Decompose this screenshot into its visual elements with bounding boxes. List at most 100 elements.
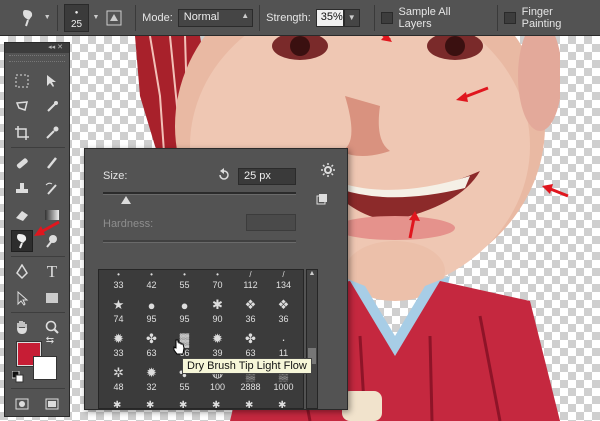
brush-tip-icon: ❖ xyxy=(244,297,257,312)
brush-preset-item[interactable]: /134 xyxy=(268,270,299,298)
brush-preset-icon[interactable] xyxy=(103,7,125,29)
panel-grip[interactable] xyxy=(9,55,65,62)
options-bar: ▼ ● 25 ▼ Mode: Normal ▲ Strength: 35% ▼ … xyxy=(0,0,600,36)
brush-preset-item[interactable]: • 42 xyxy=(136,270,167,298)
size-label: Size: xyxy=(103,170,128,182)
brush-size-number: 11 xyxy=(278,348,289,358)
brush-preset-item[interactable]: ❖ 36 xyxy=(268,297,299,332)
brush-tip-icon: ✲ xyxy=(113,365,124,380)
finger-painting-checkbox[interactable] xyxy=(503,11,516,24)
swap-colors-icon[interactable]: ⇆ xyxy=(43,333,57,347)
screen-mode-icon[interactable] xyxy=(41,393,63,415)
eyedropper-icon[interactable] xyxy=(41,122,63,144)
brush-tip-icon: ★ xyxy=(112,297,125,312)
size-input[interactable]: 25 px xyxy=(238,168,296,185)
brush-preset-item[interactable]: ✹ 32 xyxy=(136,365,167,400)
sample-all-layers-checkbox[interactable] xyxy=(380,11,393,24)
brush-size-number: 36 xyxy=(278,314,289,324)
brush-preset-item[interactable]: ✲ 48 xyxy=(103,365,134,400)
brush-size-number: 55 xyxy=(179,382,190,392)
brush-size-number: 2888 xyxy=(240,382,261,392)
quick-selection-icon[interactable] xyxy=(41,96,63,118)
brush-preset-grid: • 33 • 42 • 55 • 70/112/134 ★ 74 ● 95 ● 95 ✱ 90 ❖ 36 ❖ 36 ✹ 3… xyxy=(98,269,304,409)
new-preset-icon[interactable] xyxy=(316,193,328,208)
quick-mask-icon[interactable] xyxy=(11,393,33,415)
brush-tip-icon: • xyxy=(117,270,120,279)
smudge-tool-icon[interactable] xyxy=(16,5,42,31)
annotation-arrow xyxy=(456,86,489,102)
background-color-swatch[interactable] xyxy=(33,356,57,380)
brush-tip-icon: ✤ xyxy=(146,331,157,346)
finger-painting-label: Finger Painting xyxy=(521,5,562,30)
tools-panel: ◂◂ ✕ T ⇆ xyxy=(4,42,70,417)
mode-label: Mode: xyxy=(142,11,173,24)
brush-size-number: 63 xyxy=(245,348,256,358)
move-icon[interactable] xyxy=(41,70,63,92)
hand-icon[interactable] xyxy=(11,316,33,338)
smudge-icon[interactable] xyxy=(11,230,33,252)
brush-size-number: 36 xyxy=(245,314,256,324)
scroll-up-icon[interactable]: ▲ xyxy=(307,270,317,277)
brush-preset-item[interactable]: /112 xyxy=(235,270,266,298)
hardness-input xyxy=(246,214,296,231)
brush-tip-icon[interactable]: ✱ xyxy=(212,400,220,408)
strength-label: Strength: xyxy=(266,11,311,24)
brush-size-number: 48 xyxy=(113,382,124,392)
brush-size-number: 1000 xyxy=(273,382,294,392)
brush-size-preview[interactable]: ● 25 xyxy=(63,3,90,32)
eraser-icon[interactable] xyxy=(11,204,33,226)
lasso-icon[interactable] xyxy=(11,96,33,118)
brush-preset-item[interactable]: ✹ 33 xyxy=(103,331,134,366)
collapse-icon[interactable]: ◂◂ ✕ xyxy=(5,43,69,53)
brush-size-number: 74 xyxy=(113,314,124,324)
sample-all-layers-label: Sample All Layers xyxy=(398,5,451,30)
pen-icon[interactable] xyxy=(11,261,33,283)
brush-tip-icon[interactable]: ✱ xyxy=(113,400,121,408)
stamp-icon[interactable] xyxy=(11,178,33,200)
brush-tip-icon: ✹ xyxy=(212,331,223,346)
marquee-icon[interactable] xyxy=(11,70,33,92)
brush-tip-icon: ❖ xyxy=(277,297,290,312)
type-icon[interactable]: T xyxy=(41,261,63,283)
brush-preset-item[interactable]: ❖ 36 xyxy=(235,297,266,332)
brush-tip-icon: • xyxy=(150,270,153,279)
brush-preset-item[interactable]: ✤ 63 xyxy=(136,331,167,366)
chevron-down-icon[interactable]: ▼ xyxy=(343,8,360,27)
brush-preset-item[interactable]: • 55 xyxy=(169,270,200,298)
gear-icon[interactable] xyxy=(321,163,337,182)
strength-input[interactable]: 35% xyxy=(315,8,344,27)
brush-preset-item[interactable]: ★ 74 xyxy=(103,297,134,332)
brush-size-number: 63 xyxy=(146,348,157,358)
brush-icon[interactable] xyxy=(41,152,63,174)
brush-preset-item[interactable]: • 33 xyxy=(103,270,134,298)
brush-size-number: 33 xyxy=(113,280,124,290)
history-brush-icon[interactable] xyxy=(41,178,63,200)
annotation-arrow xyxy=(34,220,60,236)
reset-icon[interactable] xyxy=(217,168,231,185)
size-slider[interactable] xyxy=(103,192,296,195)
default-colors-icon[interactable] xyxy=(11,370,25,384)
brush-tip-icon[interactable]: ✱ xyxy=(146,400,154,408)
brush-size-number: 134 xyxy=(275,280,292,290)
healing-icon[interactable] xyxy=(11,152,33,174)
brush-preset-item[interactable]: ✱ 90 xyxy=(202,297,233,332)
brush-tip-icon: / xyxy=(249,270,252,279)
path-selection-icon[interactable] xyxy=(11,287,33,309)
brush-tip-icon: ✱ xyxy=(212,297,223,312)
brush-preset-item[interactable]: ● 95 xyxy=(136,298,167,332)
brush-tip-icon[interactable]: ✱ xyxy=(245,400,253,408)
brush-tip-icon: ✤ xyxy=(245,331,256,346)
crop-icon[interactable] xyxy=(11,122,33,144)
brush-tip-icon[interactable]: ✱ xyxy=(179,400,187,408)
brush-size-number: 70 xyxy=(212,280,223,290)
hardness-label: Hardness: xyxy=(103,218,154,230)
brush-tip-icon: ✹ xyxy=(146,365,157,380)
mode-select[interactable]: Normal ▲ xyxy=(177,8,254,27)
size-slider-thumb[interactable] xyxy=(121,196,131,204)
brush-tip-icon[interactable]: ✱ xyxy=(278,400,286,408)
brush-preset-item[interactable]: • 70 xyxy=(202,270,233,298)
brush-size-number: 112 xyxy=(243,280,258,290)
rectangle-icon[interactable] xyxy=(41,287,63,309)
preset-scrollbar[interactable]: ▲ xyxy=(306,269,318,409)
brush-preset-item[interactable]: ● 95 xyxy=(169,298,200,332)
